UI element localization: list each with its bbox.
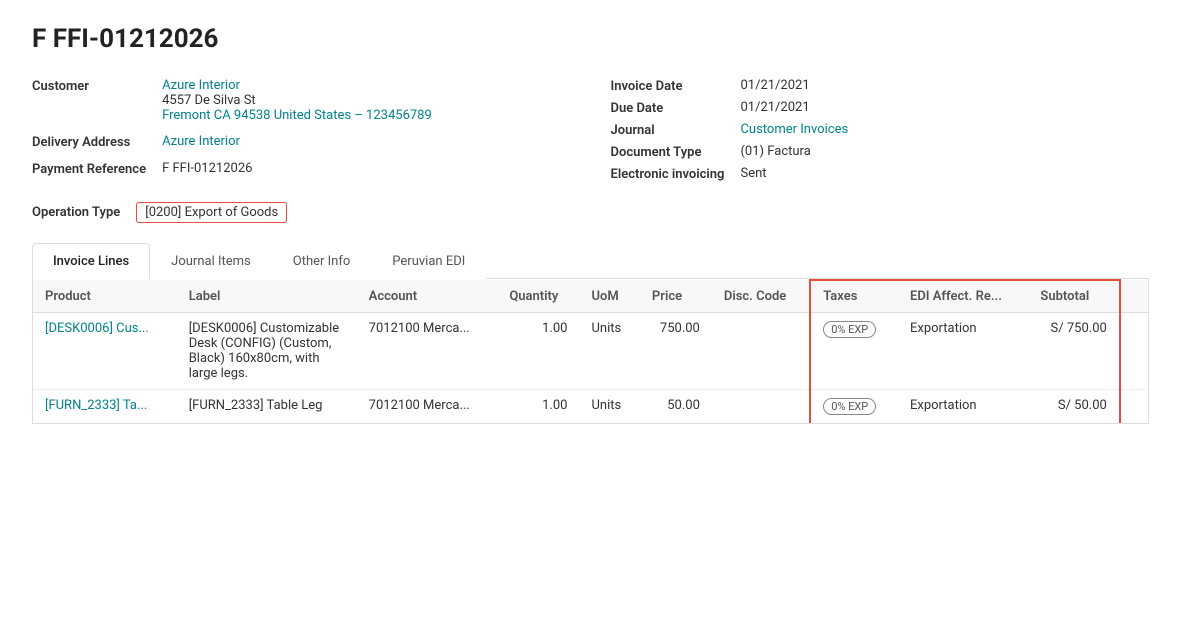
row2-uom: Units [579,390,639,424]
col-header-label: Label [177,280,357,313]
col-header-subtotal: Subtotal [1028,280,1119,313]
row1-account: 7012100 Merca... [357,313,498,390]
row2-label: [FURN_2333] Table Leg [177,390,357,424]
tab-other-info[interactable]: Other Info [272,243,372,279]
payment-ref-value: F FFI-01212026 [162,161,570,176]
col-header-quantity: Quantity [497,280,579,313]
info-grid: Customer Azure Interior 4557 De Silva St… [32,78,1149,182]
row1-disc-code [712,313,810,390]
row1-uom: Units [579,313,639,390]
invoice-date-label: Invoice Date [611,78,725,94]
journal-label: Journal [611,122,725,138]
customer-value: Azure Interior 4557 De Silva St Fremont … [162,78,570,123]
row2-taxes: 0% EXP [810,390,898,424]
customer-label: Customer [32,78,146,94]
row1-more [1120,313,1148,390]
col-header-uom: UoM [579,280,639,313]
tab-invoice-lines[interactable]: Invoice Lines [32,243,150,279]
row2-account: 7012100 Merca... [357,390,498,424]
invoice-lines-table: Product Label Account Quantity UoM Price… [32,279,1149,424]
row2-quantity: 1.00 [497,390,579,424]
row2-disc-code [712,390,810,424]
col-header-product: Product [33,280,177,313]
delivery-label: Delivery Address [32,134,146,150]
row1-subtotal: S/ 750.00 [1028,313,1119,390]
tab-journal-items[interactable]: Journal Items [150,243,272,279]
row1-product[interactable]: [DESK0006] Cus... [33,313,177,390]
col-header-taxes: Taxes [810,280,898,313]
customer-address-line3: United States – 123456789 [274,108,432,123]
row1-edi: Exportation [898,313,1028,390]
row1-price: 750.00 [640,313,712,390]
info-left: Customer Azure Interior 4557 De Silva St… [32,78,571,182]
elec-inv-label: Electronic invoicing [611,166,725,182]
table-header-row: Product Label Account Quantity UoM Price… [33,280,1148,313]
row1-taxes: 0% EXP [810,313,898,390]
journal-value[interactable]: Customer Invoices [740,122,1149,137]
row1-label: [DESK0006] Customizable Desk (CONFIG) (C… [177,313,357,390]
row2-edi: Exportation [898,390,1028,424]
delivery-value[interactable]: Azure Interior [162,134,570,149]
doc-type-label: Document Type [611,144,725,160]
row2-price: 50.00 [640,390,712,424]
operation-type-label: Operation Type [32,205,120,220]
tabs: Invoice Lines Journal Items Other Info P… [32,243,1149,279]
invoice-date-value: 01/21/2021 [740,78,1149,93]
operation-type-value: [0200] Export of Goods [136,202,287,223]
doc-type-value: (01) Factura [740,144,1149,159]
customer-address-line1: 4557 De Silva St [162,93,570,108]
info-right: Invoice Date 01/21/2021 Due Date 01/21/2… [611,78,1150,182]
row2-subtotal: S/ 50.00 [1028,390,1119,424]
tab-peruvian-edi[interactable]: Peruvian EDI [371,243,486,279]
table-row: [FURN_2333] Ta... [FURN_2333] Table Leg … [33,390,1148,424]
row1-taxes-badge: 0% EXP [823,321,876,338]
col-header-edi: EDI Affect. Re... [898,280,1028,313]
due-date-label: Due Date [611,100,725,116]
operation-type-row: Operation Type [0200] Export of Goods [32,202,1149,223]
customer-address-line2: Fremont CA 94538 [162,108,270,123]
table-row: [DESK0006] Cus... [DESK0006] Customizabl… [33,313,1148,390]
row2-more [1120,390,1148,424]
page-title: F FFI-01212026 [32,24,1149,54]
customer-name[interactable]: Azure Interior [162,78,240,93]
due-date-value: 01/21/2021 [740,100,1149,115]
col-header-more [1120,280,1148,313]
col-header-account: Account [357,280,498,313]
col-header-disc-code: Disc. Code [712,280,810,313]
row2-product[interactable]: [FURN_2333] Ta... [33,390,177,424]
row1-quantity: 1.00 [497,313,579,390]
col-header-price: Price [640,280,712,313]
elec-inv-value: Sent [740,166,1149,181]
payment-ref-label: Payment Reference [32,161,146,177]
row2-taxes-badge: 0% EXP [823,398,876,415]
